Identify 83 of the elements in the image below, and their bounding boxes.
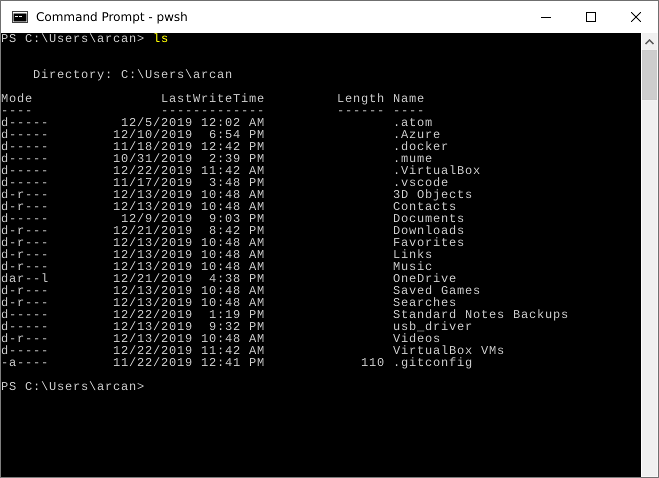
mode-cell: d-r---	[1, 249, 49, 261]
length-cell: 110	[360, 356, 385, 370]
mode-cell: d-----	[1, 165, 49, 177]
directory-heading: Directory: C:\Users\arcan	[33, 69, 234, 81]
time-cell-text: 12/13/2019 10:48 AM	[112, 297, 265, 309]
column-header: LastWriteTime	[160, 93, 265, 105]
mode-cell: d-----	[1, 177, 49, 189]
name-cell: .vscode	[393, 177, 450, 189]
time-cell-text: 12/13/2019 10:48 AM	[112, 201, 265, 213]
time-cell-text: 11/22/2019 12:41 PM	[112, 357, 265, 369]
name-cell: VirtualBox VMs	[393, 345, 506, 357]
mode-cell: d-----	[1, 321, 49, 333]
mode-cell: d-----	[1, 213, 49, 225]
name-cell: .VirtualBox	[393, 165, 482, 177]
time-cell-text: 12/13/2019 9:32 PM	[112, 321, 265, 333]
name-cell: Videos	[393, 333, 442, 345]
time-cell-text: 12/5/2019 12:02 AM	[120, 117, 265, 129]
header-underline: -------------	[160, 105, 265, 117]
time-cell-text: 12/13/2019 10:48 AM	[112, 333, 265, 345]
time-cell-text: 10/31/2019 2:39 PM	[112, 153, 265, 165]
time-cell-text: 12/22/2019 11:42 AM	[112, 165, 265, 177]
name-cell: .Azure	[393, 129, 442, 141]
time-cell-text: 12/21/2019 4:38 PM	[112, 273, 265, 285]
name-cell: .mume	[393, 153, 434, 165]
time-cell-text: 12/13/2019 10:48 AM	[112, 237, 265, 249]
name-cell: Saved Games	[393, 285, 482, 297]
time-cell-text: 12/13/2019 10:48 AM	[112, 249, 265, 261]
name-cell: usb_driver	[393, 321, 474, 333]
name-cell: 3D Objects	[393, 189, 474, 201]
mode-cell: d-----	[1, 129, 49, 141]
name-cell: Favorites	[393, 237, 466, 249]
prompt-text: PS C:\Users\arcan>	[1, 381, 146, 393]
time-cell-text: 12/21/2019 8:42 PM	[112, 225, 265, 237]
header-underline: ----	[1, 105, 34, 117]
time-cell-text: 12/22/2019 11:42 AM	[112, 345, 265, 357]
time-cell-text: 12/13/2019 10:48 AM	[112, 261, 265, 273]
mode-cell: d-----	[1, 309, 49, 321]
name-cell: Searches	[393, 297, 458, 309]
name-cell: Downloads	[393, 225, 466, 237]
name-cell: Music	[393, 261, 434, 273]
time-cell-text: 11/17/2019 3:48 PM	[112, 177, 265, 189]
mode-cell: d-r---	[1, 333, 49, 345]
header-underline: ----	[393, 105, 426, 117]
name-cell: Standard Notes Backups	[393, 309, 570, 321]
maximize-icon	[586, 12, 596, 22]
column-header: Name	[393, 93, 426, 105]
command-text: ls	[153, 33, 170, 45]
time-cell-text: 12/13/2019 10:48 AM	[112, 189, 265, 201]
mode-cell: d-----	[1, 117, 49, 129]
name-cell: OneDrive	[393, 273, 458, 285]
name-cell: .atom	[393, 117, 434, 129]
time-cell-text: 12/9/2019 9:03 PM	[120, 213, 265, 225]
mode-cell: dar--l	[1, 273, 49, 285]
name-cell: Documents	[393, 213, 466, 225]
time-cell-text: 12/13/2019 10:48 AM	[112, 285, 265, 297]
time-cell-text: 11/18/2019 12:42 PM	[112, 141, 265, 153]
column-header: Length	[336, 93, 385, 105]
mode-cell: d-----	[1, 153, 49, 165]
mode-cell: d-r---	[1, 189, 49, 201]
mode-cell: d-r---	[1, 237, 49, 249]
scroll-thumb[interactable]	[642, 50, 657, 100]
name-cell: .gitconfig	[393, 357, 474, 369]
mode-cell: d-----	[1, 141, 49, 153]
close-icon	[630, 12, 640, 22]
time-cell-text: 12/10/2019 6:54 PM	[112, 129, 265, 141]
name-cell: .docker	[393, 141, 450, 153]
prompt-text: PS C:\Users\arcan>	[1, 33, 146, 45]
console-icon	[12, 11, 28, 23]
time-cell-text: 12/22/2019 1:19 PM	[112, 309, 265, 321]
mode-cell: -a----	[1, 357, 49, 369]
mode-cell: d-r---	[1, 285, 49, 297]
mode-cell: d-----	[1, 345, 49, 357]
mode-cell: d-r---	[1, 261, 49, 273]
mode-cell: d-r---	[1, 201, 49, 213]
name-cell: Links	[393, 249, 434, 261]
name-cell: Contacts	[393, 201, 458, 213]
mode-cell: d-r---	[1, 225, 49, 237]
column-header: Mode	[1, 93, 34, 105]
scroll-up-icon[interactable]	[645, 39, 654, 45]
scrollbar[interactable]	[641, 33, 658, 477]
window-title: Command Prompt - pwsh	[36, 10, 188, 24]
header-underline: ------	[336, 105, 385, 117]
mode-cell: d-r---	[1, 297, 49, 309]
